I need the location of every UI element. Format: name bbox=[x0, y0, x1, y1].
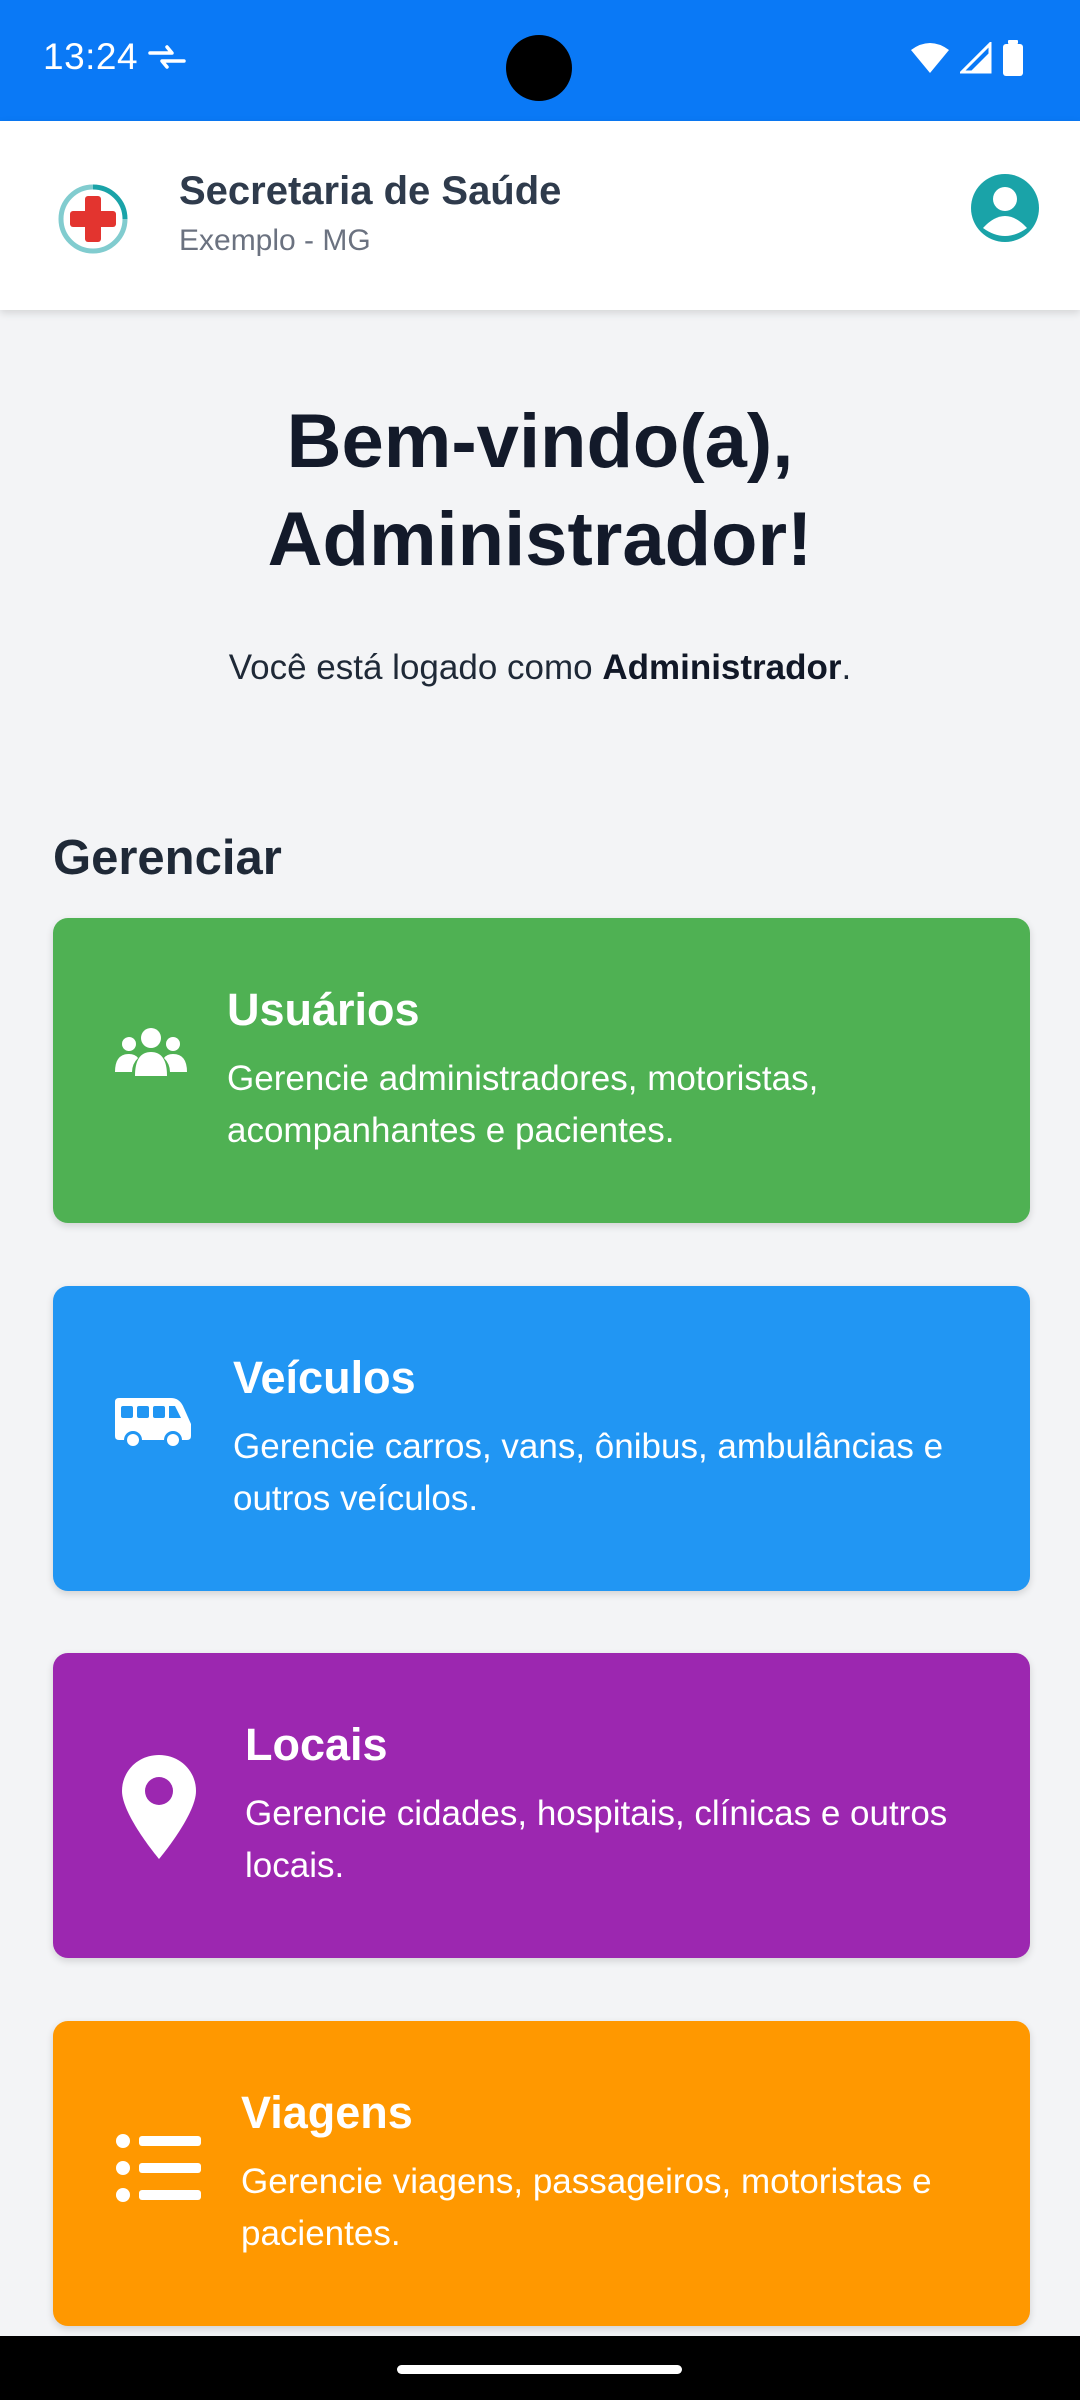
van-icon bbox=[115, 1394, 193, 1455]
app-subtitle: Exemplo - MG bbox=[179, 224, 371, 257]
logged-in-prefix: Você está logado como bbox=[228, 648, 603, 687]
trips-card[interactable]: Viagens Gerencie viagens, passageiros, m… bbox=[53, 2021, 1030, 2326]
vehicles-card-description: Gerencie carros, vans, ônibus, ambulânci… bbox=[233, 1427, 944, 1518]
users-card-description: Gerencie administradores, motoristas, ac… bbox=[227, 1059, 819, 1150]
profile-button[interactable] bbox=[969, 172, 1041, 244]
signal-icon bbox=[958, 40, 992, 79]
battery-icon bbox=[1002, 40, 1024, 81]
trips-card-description: Gerencie viagens, passageiros, motorista… bbox=[241, 2162, 932, 2253]
welcome-line-1: Bem-vindo(a), bbox=[286, 399, 794, 484]
logged-in-message: Você está logado como Administrador. bbox=[0, 648, 1080, 688]
logged-in-suffix: . bbox=[841, 648, 852, 687]
app-title: Secretaria de Saúde bbox=[179, 169, 562, 213]
users-card[interactable]: Usuários Gerencie administradores, motor… bbox=[53, 918, 1030, 1223]
places-card-title: Locais bbox=[245, 1719, 388, 1770]
app-header: Secretaria de Saúde Exemplo - MG bbox=[0, 121, 1080, 310]
welcome-title: Bem-vindo(a), Administrador! bbox=[0, 393, 1080, 589]
vehicles-card-title: Veículos bbox=[233, 1352, 416, 1403]
users-icon bbox=[115, 1026, 187, 1085]
data-sync-icon bbox=[148, 42, 186, 77]
status-bar: 13:24 bbox=[0, 0, 1080, 121]
home-gesture-handle[interactable] bbox=[397, 2365, 682, 2374]
map-pin-icon bbox=[120, 1753, 198, 1866]
camera-cutout bbox=[506, 35, 572, 101]
vehicles-card[interactable]: Veículos Gerencie carros, vans, ônibus, … bbox=[53, 1286, 1030, 1591]
welcome-line-2: Administrador! bbox=[267, 497, 813, 582]
wifi-icon bbox=[910, 42, 950, 79]
users-card-title: Usuários bbox=[227, 984, 420, 1035]
status-icons bbox=[910, 40, 1024, 81]
places-card[interactable]: Locais Gerencie cidades, hospitais, clín… bbox=[53, 1653, 1030, 1958]
section-title: Gerenciar bbox=[53, 831, 282, 885]
medical-cross-icon bbox=[58, 184, 128, 259]
places-card-description: Gerencie cidades, hospitais, clínicas e … bbox=[245, 1794, 948, 1885]
status-time: 13:24 bbox=[43, 36, 139, 77]
user-circle-icon bbox=[969, 174, 1041, 248]
user-role: Administrador bbox=[602, 648, 842, 687]
trips-card-title: Viagens bbox=[241, 2087, 413, 2138]
list-icon bbox=[115, 2133, 201, 2208]
